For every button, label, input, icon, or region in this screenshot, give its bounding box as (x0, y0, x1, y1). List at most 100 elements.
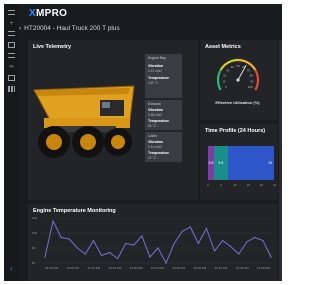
metric-label: Vibration (148, 64, 164, 68)
metric-value: 84 °C (148, 124, 157, 128)
temperature-point (92, 239, 95, 242)
x-tick-label: 12:15 PM (108, 266, 122, 270)
chevron-icon[interactable]: ‹ (8, 265, 15, 273)
gauge-hub (236, 78, 240, 82)
time-profile-tick: 0 (207, 183, 209, 187)
left-nav-rail: + ∞ ‹ (4, 4, 19, 281)
metric-label: Temperature (148, 76, 169, 80)
y-tick-label: 90 (32, 246, 36, 250)
temperature-point (221, 239, 224, 242)
gauge-tick-label: 0 (225, 85, 227, 89)
panel-title: Asset Metrics (205, 44, 241, 50)
gauge-tick-label: 70 (247, 69, 251, 73)
x-tick-label: 12:45 PM (235, 266, 249, 270)
x-tick-label: 12:20 PM (129, 266, 143, 270)
breadcrumb: ‹ HT20004 - Haul Truck 200 T plus (19, 25, 120, 32)
temperature-point (205, 227, 208, 230)
tile-title: Engine Bay (148, 56, 166, 60)
temperature-point (246, 241, 248, 243)
temperature-series-line (44, 219, 272, 265)
tile-title: Cabin (148, 134, 158, 138)
list-icon[interactable] (8, 31, 15, 36)
metric-value: 0.35 m/s2 (148, 113, 162, 117)
x-tick-label: 12:00 PM (45, 266, 58, 270)
gauge-tick-label: 30 (226, 69, 230, 73)
x-tick-label: 12:10 PM (87, 266, 101, 270)
temperature-point (173, 242, 175, 245)
temperature-point (189, 226, 191, 228)
x-tick-label: 12:40 PM (214, 266, 228, 270)
temperature-point (125, 242, 127, 245)
x-tick-label: 12:05 PM (66, 266, 80, 270)
temperature-point (181, 230, 183, 233)
temperature-point (254, 236, 256, 239)
utilization-gauge: 010203040 50 60708090100 (216, 58, 260, 91)
temperature-point (157, 247, 159, 249)
temperature-point (270, 256, 272, 258)
tile-title: Exhaust (148, 102, 161, 106)
table-icon[interactable] (8, 75, 15, 81)
temperature-point (76, 247, 78, 249)
temperature-point (262, 239, 264, 242)
temperature-point (149, 256, 151, 258)
grid-icon[interactable] (8, 86, 15, 92)
metric-value: 22 °C (148, 156, 157, 160)
time-profile-segment[interactable]: 5.5 (213, 146, 228, 180)
panel-title: Time Profile (24 Hours) (205, 128, 266, 134)
time-profile-panel: Time Profile (24 Hours) 3.5 5.5 15 0 5 10 15 2… (200, 124, 278, 200)
x-tick-label: 12:30 PM (172, 266, 186, 270)
temperature-point (52, 220, 54, 222)
panel-title: Engine Temperature Monitoring (33, 208, 116, 214)
temperature-point (44, 256, 46, 258)
asset-metrics-panel: Asset Metrics 0 10 20 30 40 50 60 70 80 90 100 Eff… (200, 40, 278, 120)
metric-label: Vibration (148, 108, 164, 112)
back-chevron-icon[interactable]: ‹ (19, 25, 21, 32)
telemetry-tile-cabin[interactable]: Cabin Vibration 0.14 m/s2 Temperature 22… (145, 132, 182, 162)
temperature-point (108, 251, 111, 254)
y-tick-label: 100 (32, 231, 38, 235)
gauge-arc-segment (254, 69, 260, 91)
layers-icon[interactable] (8, 53, 15, 58)
right-edge-panel (279, 40, 282, 281)
plus-icon[interactable]: + (8, 21, 15, 27)
panel-title: Live Telemetry (33, 44, 72, 50)
temperature-point (197, 242, 199, 245)
top-bar: XMPRO (19, 4, 282, 22)
temperature-point (141, 235, 143, 237)
y-tick-label: 110 (32, 216, 37, 220)
temperature-point (165, 262, 167, 264)
metric-value: 0.21 m/s2 (148, 69, 162, 73)
x-tick-label: 12:50 PM (257, 266, 270, 270)
temperature-point (117, 257, 119, 260)
gauge-caption: Effective Utilization (%) (215, 100, 260, 105)
x-tick-label: 12:35 PM (193, 266, 207, 270)
menu-icon[interactable] (8, 10, 15, 15)
gauge-tick-label: 90 (250, 79, 254, 83)
temperature-point (133, 244, 135, 246)
haul-truck-image (33, 85, 135, 158)
gauge-arc-segment (216, 69, 222, 91)
app-frame: + ∞ ‹ XMPRO ‹ HT20004 - Haul Truck 200 T … (4, 4, 282, 281)
temperature-point (84, 253, 86, 255)
live-telemetry-panel: Live Telemetry Engine Bay Vibration 0.21… (28, 40, 198, 200)
time-profile-tick: 20 (259, 183, 264, 187)
gauge-tick-label: 10 (222, 79, 226, 83)
time-profile-tick: 24 (273, 183, 277, 187)
gauge-tick-label: 40 (231, 65, 235, 69)
metric-value: 102 °C (148, 81, 158, 85)
temperature-point (68, 238, 70, 240)
metric-label: Vibration (148, 140, 164, 144)
telemetry-tile-engine-bay[interactable]: Engine Bay Vibration 0.21 m/s2 Temperatu… (145, 54, 182, 98)
temperature-point (100, 254, 103, 257)
y-tick-label: 80 (32, 261, 36, 265)
metric-label: Temperature (148, 151, 169, 155)
link-icon[interactable]: ∞ (8, 64, 15, 70)
time-profile-segment[interactable]: 15 (227, 146, 274, 180)
time-profile-tick: 15 (246, 183, 250, 187)
temperature-point (213, 250, 216, 252)
xmpro-logo: XMPRO (29, 8, 68, 19)
telemetry-tile-exhaust[interactable]: Exhaust Vibration 0.35 m/s2 Temperature … (145, 100, 182, 130)
document-icon[interactable] (8, 42, 15, 48)
time-profile-tick: 5 (220, 183, 222, 187)
gauge-tick-label: 100 (248, 85, 253, 89)
